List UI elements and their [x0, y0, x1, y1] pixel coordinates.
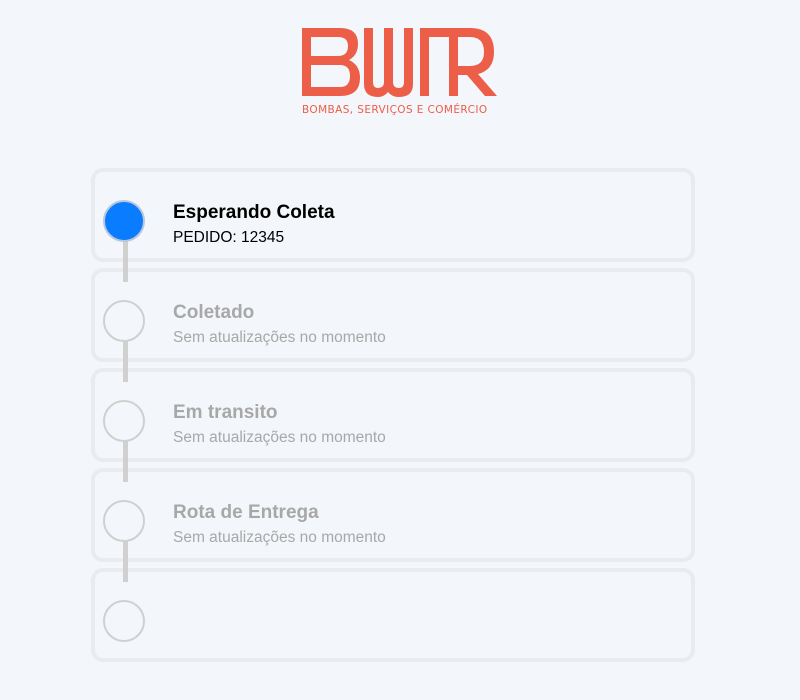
- step-status-pending-icon: [103, 600, 145, 642]
- tracking-step-card: [91, 568, 695, 662]
- tracking-step-card: Coletado Sem atualizações no momento: [91, 268, 695, 382]
- step-status-pending-icon: [103, 300, 145, 342]
- step-title: Coletado: [173, 302, 255, 323]
- brand-logo: BOMBAS, SERVIÇOS E COMÉRCIO: [300, 22, 500, 122]
- step-title: Esperando Coleta: [173, 202, 335, 223]
- step-subtitle: Sem atualizações no momento: [173, 529, 386, 546]
- bwr-logo-mark: [302, 28, 497, 97]
- step-subtitle: PEDIDO: 12345: [173, 229, 285, 246]
- brand-tagline: BOMBAS, SERVIÇOS E COMÉRCIO: [302, 104, 488, 116]
- step-status-pending-icon: [103, 500, 145, 542]
- tracking-step-card: Rota de Entrega Sem atualizações no momen…: [91, 468, 695, 582]
- step-subtitle: Sem atualizações no momento: [173, 329, 386, 346]
- tracking-page: BOMBAS, SERVIÇOS E COMÉRCIO Esperando Co…: [0, 0, 800, 700]
- step-status-active-icon: [103, 200, 145, 242]
- step-subtitle: Sem atualizações no momento: [173, 429, 386, 446]
- step-status-pending-icon: [103, 400, 145, 442]
- tracking-step-card: Em transito Sem atualizações no momento: [91, 368, 695, 482]
- tracking-timeline: Esperando Coleta PEDIDO: 12345 Coletado Sem…: [91, 168, 695, 662]
- tracking-step-card: Esperando Coleta PEDIDO: 12345: [91, 168, 695, 282]
- step-title: Rota de Entrega: [173, 502, 319, 523]
- step-title: Em transito: [173, 402, 278, 423]
